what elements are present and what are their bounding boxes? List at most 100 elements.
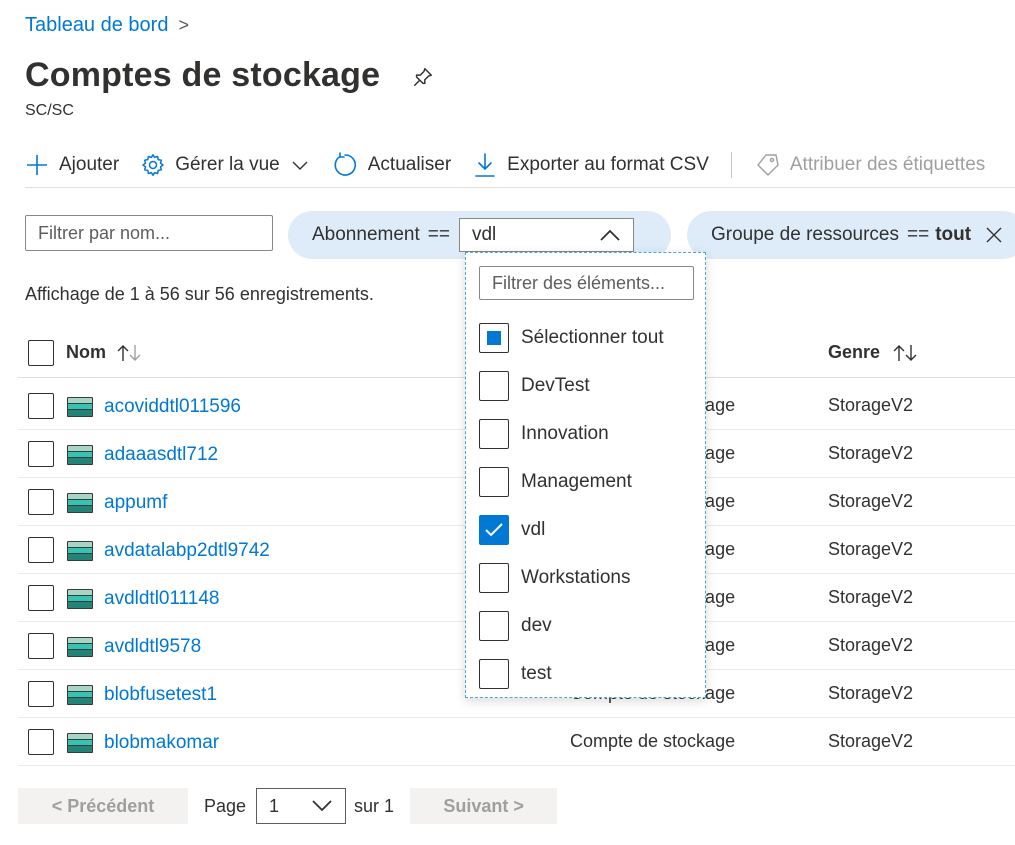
export-csv-button[interactable]: Exporter au format CSV [473, 152, 709, 178]
dropdown-option[interactable]: Workstations [479, 562, 630, 594]
dropdown-option[interactable]: Sélectionner tout [479, 322, 664, 354]
page-subtitle: SC/SC [25, 102, 74, 119]
manage-view-button[interactable]: Gérer la vue [141, 153, 310, 177]
command-bar: Ajouter Gérer la vue Actualiser Exporter… [25, 142, 1015, 188]
option-label: Innovation [521, 423, 609, 444]
row-checkbox[interactable] [28, 441, 54, 467]
checkmark-icon [485, 523, 503, 537]
column-header-kind[interactable]: Genre [828, 342, 918, 363]
option-checkbox[interactable] [479, 659, 509, 689]
row-checkbox[interactable] [28, 489, 54, 515]
pin-icon[interactable] [412, 66, 434, 88]
refresh-label: Actualiser [367, 153, 452, 175]
download-icon [475, 152, 495, 177]
option-checkbox[interactable] [479, 419, 509, 449]
plus-icon [27, 154, 47, 175]
refresh-icon [334, 151, 356, 176]
resource-group-filter-value: tout [935, 224, 972, 245]
manage-view-label: Gérer la vue [175, 153, 280, 175]
dropdown-option[interactable]: vdl [479, 514, 545, 546]
option-checkbox[interactable] [479, 563, 509, 593]
storage-account-icon [67, 397, 93, 417]
assign-tags-label: Attribuer des étiquettes [789, 153, 986, 175]
row-kind: StorageV2 [828, 683, 914, 703]
previous-page-button[interactable]: < Précédent [18, 788, 188, 824]
storage-account-name-link[interactable]: avdldtl011148 [104, 588, 220, 610]
option-checkbox[interactable] [479, 371, 509, 401]
option-label: DevTest [521, 375, 590, 396]
tag-icon [757, 153, 779, 176]
toolbar-divider [730, 151, 732, 178]
breadcrumb: Tableau de bord > [25, 14, 189, 37]
storage-account-icon [67, 733, 93, 753]
chevron-down-icon [292, 161, 308, 170]
resource-group-filter-pill[interactable]: Groupe de ressources == tout [687, 211, 1015, 259]
option-label: vdl [521, 519, 546, 540]
storage-account-icon [67, 541, 93, 561]
option-checkbox[interactable] [479, 515, 509, 545]
option-label: Management [521, 471, 632, 492]
page-number-select[interactable]: 1 [256, 788, 347, 824]
row-checkbox[interactable] [28, 537, 54, 563]
next-page-button[interactable]: Suivant > [410, 788, 558, 824]
row-checkbox[interactable] [28, 393, 54, 419]
storage-account-name-link[interactable]: blobfusetest1 [104, 684, 217, 706]
option-checkbox[interactable] [479, 323, 509, 353]
sort-icon [117, 344, 141, 361]
storage-account-icon [67, 685, 93, 705]
add-button-label: Ajouter [59, 153, 120, 175]
row-checkbox[interactable] [28, 585, 54, 611]
subscription-select[interactable]: vdl [458, 218, 634, 252]
dropdown-option[interactable]: Innovation [479, 418, 609, 450]
pagination: < Précédent Page 1 sur 1 Suivant > [18, 788, 558, 824]
records-count-text: Affichage de 1 à 56 sur 56 enregistremen… [25, 284, 374, 304]
option-checkbox[interactable] [479, 611, 509, 641]
row-kind: StorageV2 [828, 731, 914, 751]
refresh-button[interactable]: Actualiser [332, 151, 452, 178]
row-kind: StorageV2 [828, 635, 914, 655]
page-label: Page [204, 795, 247, 816]
sort-icon [893, 344, 917, 361]
gear-icon [142, 153, 164, 176]
storage-account-name-link[interactable]: avdldtl9578 [104, 636, 201, 658]
storage-account-name-link[interactable]: adaaasdtl712 [104, 444, 218, 466]
filter-by-name-input[interactable] [25, 215, 273, 251]
assign-tags-button[interactable]: Attribuer des étiquettes [756, 153, 985, 177]
row-checkbox[interactable] [28, 729, 54, 755]
breadcrumb-home-link[interactable]: Tableau de bord [25, 14, 168, 37]
column-header-name[interactable]: Nom [66, 342, 142, 363]
option-label: dev [521, 615, 552, 636]
select-all-rows-checkbox[interactable] [28, 340, 54, 366]
add-button[interactable]: Ajouter [25, 153, 119, 177]
storage-account-name-link[interactable]: avdatalabp2dtl9742 [104, 540, 270, 562]
dropdown-filter-input[interactable] [479, 266, 694, 300]
row-checkbox[interactable] [28, 633, 54, 659]
subscription-filter-operator: == [427, 224, 450, 245]
option-label: Sélectionner tout [521, 327, 664, 348]
storage-account-icon [67, 445, 93, 465]
chevron-up-icon [600, 229, 620, 241]
option-label: test [521, 663, 552, 684]
storage-account-name-link[interactable]: blobmakomar [104, 732, 219, 754]
table-row[interactable]: blobmakomar Compte de stockage StorageV2 [18, 718, 1015, 766]
row-checkbox[interactable] [28, 681, 54, 707]
dropdown-option[interactable]: DevTest [479, 370, 590, 402]
storage-account-name-link[interactable]: acoviddtl011596 [104, 396, 241, 418]
storage-account-name-link[interactable]: appumf [104, 492, 167, 514]
subscription-dropdown-menu: Sélectionner tout DevTest Innovation Manage… [465, 252, 706, 698]
dropdown-option[interactable]: test [479, 658, 552, 690]
option-checkbox[interactable] [479, 467, 509, 497]
resource-group-filter-label: Groupe de ressources [711, 224, 899, 245]
close-icon[interactable] [985, 226, 1003, 244]
storage-account-icon [67, 637, 93, 657]
storage-account-icon [67, 589, 93, 609]
breadcrumb-separator: > [178, 15, 189, 35]
resource-group-filter-operator: == [907, 224, 930, 245]
row-type: Compte de stockage [570, 731, 736, 751]
storage-account-icon [67, 493, 93, 513]
option-label: Workstations [521, 567, 631, 588]
page-total-label: sur 1 [354, 795, 395, 816]
dropdown-option[interactable]: Management [479, 466, 632, 498]
subscription-filter-label: Abonnement [312, 224, 420, 245]
dropdown-option[interactable]: dev [479, 610, 552, 642]
